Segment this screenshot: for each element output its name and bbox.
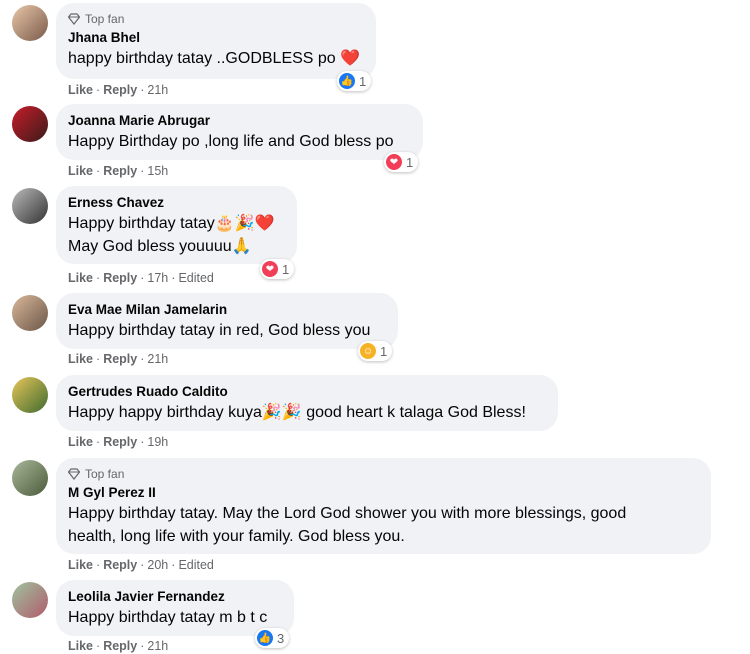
avatar[interactable]	[12, 106, 48, 142]
comment-bubble: Gertrudes Ruado Caldito Happy happy birt…	[56, 375, 558, 431]
commenter-name[interactable]: Leolila Javier Fernandez	[68, 588, 282, 606]
timestamp[interactable]: 19h	[147, 435, 168, 449]
commenter-name[interactable]: Gertrudes Ruado Caldito	[68, 383, 546, 401]
comment-bubble: Top fan M Gyl Perez II Happy birthday ta…	[56, 458, 711, 554]
top-fan-badge: Top fan	[68, 466, 699, 482]
reaction-count[interactable]: 👍 3	[255, 628, 290, 648]
reply-button[interactable]: Reply	[103, 164, 137, 178]
avatar[interactable]	[12, 377, 48, 413]
comment-actions: Like · Reply · 21h	[68, 83, 169, 97]
timestamp[interactable]: 17h	[147, 271, 168, 285]
like-button[interactable]: Like	[68, 352, 93, 366]
commenter-name[interactable]: Jhana Bhel	[68, 29, 364, 47]
comment-text: happy birthday tatay ..GODBLESS po ❤️	[68, 50, 361, 67]
comment-actions: Like · Reply · 21h	[68, 639, 169, 653]
care-icon: ☺	[360, 343, 376, 359]
comment-bubble: Top fan Jhana Bhel happy birthday tatay …	[56, 3, 376, 79]
avatar[interactable]	[12, 5, 48, 41]
like-button[interactable]: Like	[68, 271, 93, 285]
comment-actions: Like · Reply · 19h	[68, 435, 169, 449]
diamond-icon	[68, 13, 80, 25]
comment-actions: Like · Reply · 17h · Edited	[68, 271, 214, 285]
reply-button[interactable]: Reply	[103, 558, 137, 572]
comment-text: Happy birthday tatay m b t c	[68, 609, 268, 626]
reaction-count[interactable]: ❤ 1	[260, 259, 295, 279]
commenter-name[interactable]: Erness Chavez	[68, 194, 285, 212]
avatar[interactable]	[12, 295, 48, 331]
comment-actions: Like · Reply · 21h	[68, 352, 169, 366]
comment-text: Happy birthday tatay. May the Lord God s…	[68, 505, 627, 522]
commenter-name[interactable]: Eva Mae Milan Jamelarin	[68, 301, 386, 319]
timestamp[interactable]: 21h	[147, 352, 168, 366]
reaction-count[interactable]: ❤ 1	[384, 152, 419, 172]
reply-button[interactable]: Reply	[103, 639, 137, 653]
comment-actions: Like · Reply · 15h	[68, 164, 169, 178]
timestamp[interactable]: 21h	[147, 639, 168, 653]
comment-text: Happy birthday tatay in red, God bless y…	[68, 322, 371, 339]
like-button[interactable]: Like	[68, 639, 93, 653]
comment-text: Happy happy birthday kuya🎉🎉 good heart k…	[68, 404, 526, 421]
comment-text: May God bless youuuu🙏	[68, 238, 252, 255]
comment-bubble: Eva Mae Milan Jamelarin Happy birthday t…	[56, 293, 398, 349]
like-button[interactable]: Like	[68, 435, 93, 449]
like-button[interactable]: Like	[68, 164, 93, 178]
love-icon: ❤	[262, 261, 278, 277]
love-icon: ❤	[386, 154, 402, 170]
timestamp[interactable]: 21h	[147, 83, 168, 97]
like-button[interactable]: Like	[68, 558, 93, 572]
reaction-count[interactable]: 👍 1	[337, 71, 372, 91]
like-button[interactable]: Like	[68, 83, 93, 97]
reply-button[interactable]: Reply	[103, 435, 137, 449]
top-fan-badge: Top fan	[68, 11, 364, 27]
comment-bubble: Joanna Marie Abrugar Happy Birthday po ,…	[56, 104, 423, 160]
commenter-name[interactable]: Joanna Marie Abrugar	[68, 112, 411, 130]
timestamp[interactable]: 15h	[147, 164, 168, 178]
reaction-count[interactable]: ☺ 1	[358, 341, 393, 361]
comment-bubble: Erness Chavez Happy birthday tatay🎂🎉❤️ M…	[56, 186, 297, 264]
diamond-icon	[68, 468, 80, 480]
commenter-name[interactable]: M Gyl Perez II	[68, 484, 699, 502]
comment-bubble: Leolila Javier Fernandez Happy birthday …	[56, 580, 294, 636]
avatar[interactable]	[12, 582, 48, 618]
avatar[interactable]	[12, 460, 48, 496]
like-icon: 👍	[339, 73, 355, 89]
edited-label: Edited	[178, 558, 214, 572]
reply-button[interactable]: Reply	[103, 83, 137, 97]
timestamp[interactable]: 20h	[147, 558, 168, 572]
reply-button[interactable]: Reply	[103, 352, 137, 366]
edited-label: Edited	[178, 271, 214, 285]
comment-actions: Like · Reply · 20h · Edited	[68, 558, 214, 572]
comment-text: Happy birthday tatay🎂🎉❤️	[68, 215, 275, 232]
reply-button[interactable]: Reply	[103, 271, 137, 285]
comment-text: Happy Birthday po ,long life and God ble…	[68, 133, 394, 150]
avatar[interactable]	[12, 188, 48, 224]
comment-text: health, long life with your family. God …	[68, 528, 405, 545]
